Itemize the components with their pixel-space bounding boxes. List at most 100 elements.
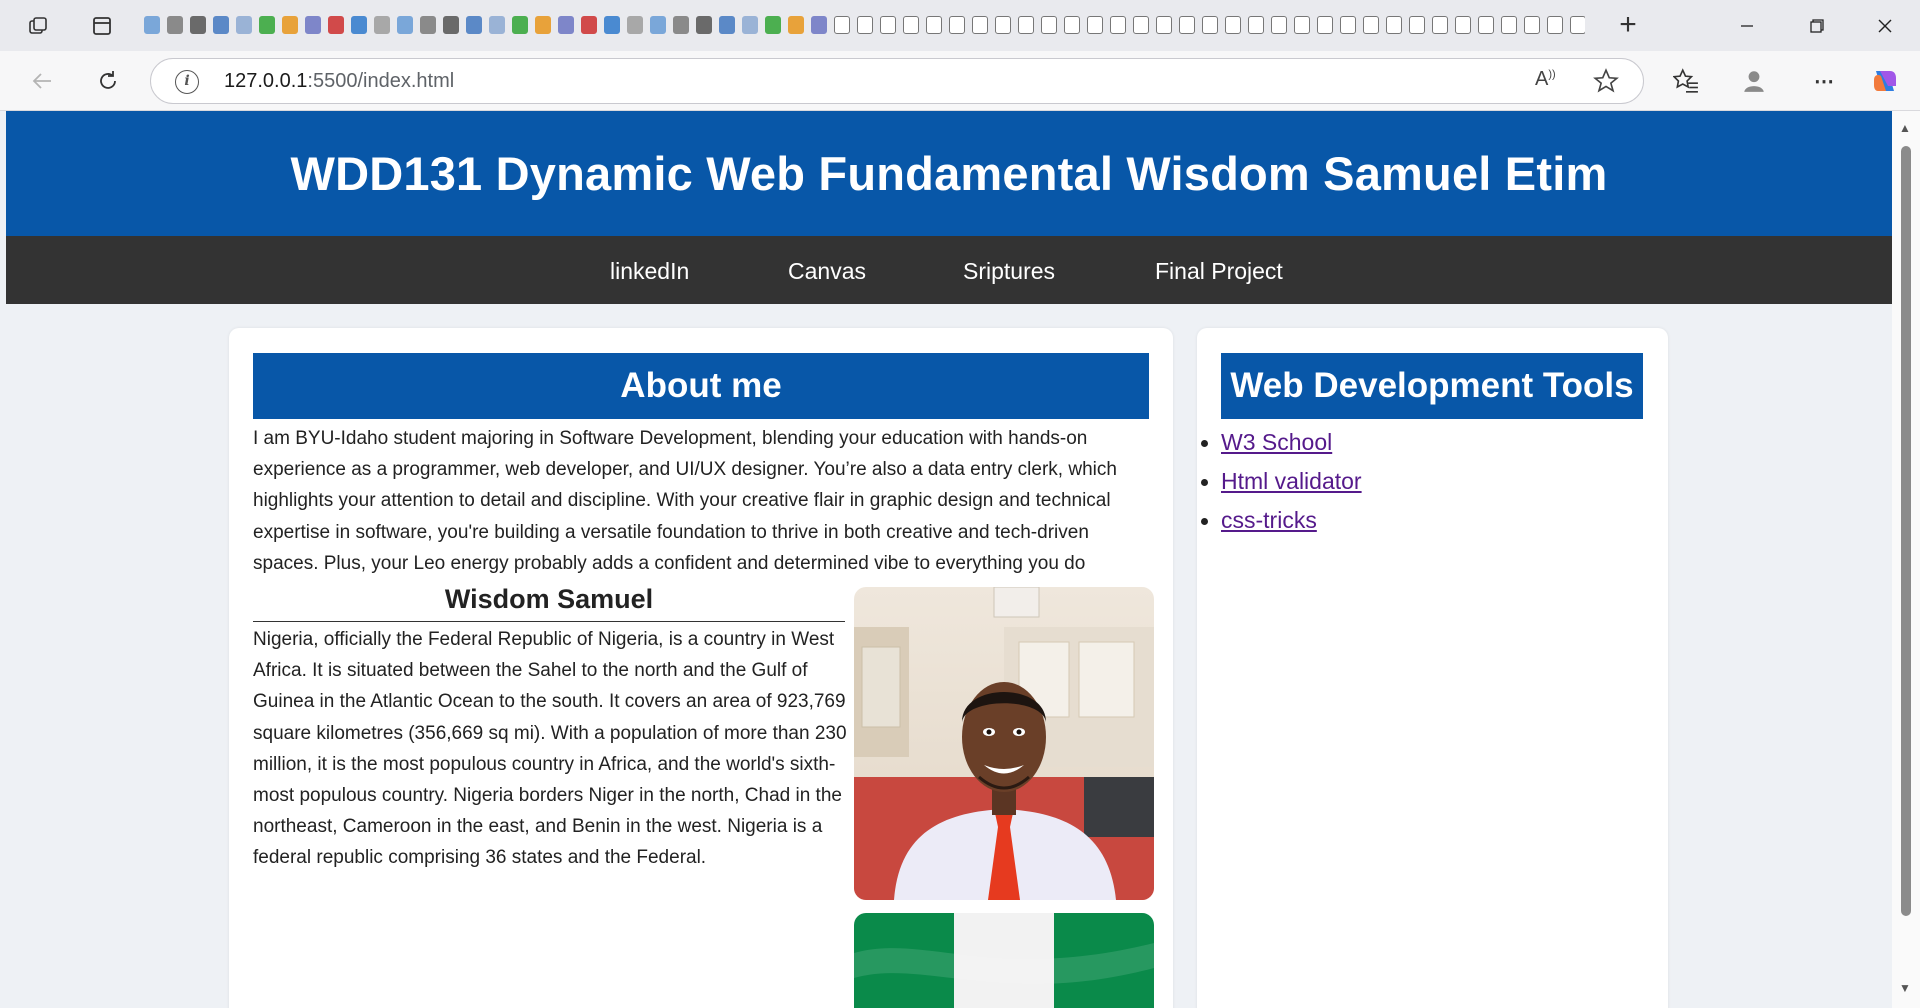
close-window-button[interactable] xyxy=(1855,8,1915,44)
browser-tab[interactable] xyxy=(1130,12,1152,38)
browser-tab[interactable] xyxy=(302,12,324,38)
browser-tab[interactable] xyxy=(187,12,209,38)
browser-tab[interactable] xyxy=(578,12,600,38)
browser-tab[interactable] xyxy=(831,12,853,38)
browser-tab[interactable] xyxy=(1245,12,1267,38)
url-text[interactable]: 127.0.0.1:5500/index.html xyxy=(224,70,454,93)
browser-tab[interactable] xyxy=(417,12,439,38)
back-icon[interactable] xyxy=(24,63,60,99)
browser-tab[interactable] xyxy=(256,12,278,38)
nav-link-canvas[interactable]: Canvas xyxy=(788,258,866,285)
browser-tab[interactable] xyxy=(1268,12,1290,38)
nav-link-final-project[interactable]: Final Project xyxy=(1155,258,1283,285)
browser-tab[interactable] xyxy=(1061,12,1083,38)
browser-tab[interactable] xyxy=(371,12,393,38)
browser-tab[interactable] xyxy=(946,12,968,38)
browser-tab[interactable] xyxy=(1314,12,1336,38)
browser-tab[interactable] xyxy=(1153,12,1175,38)
more-options-icon[interactable]: ⋯ xyxy=(1806,63,1842,99)
browser-tab[interactable] xyxy=(992,12,1014,38)
favorites-icon[interactable] xyxy=(1668,63,1704,99)
refresh-icon[interactable] xyxy=(90,63,126,99)
browser-tab[interactable] xyxy=(1475,12,1497,38)
browser-tab[interactable] xyxy=(877,12,899,38)
browser-tab[interactable] xyxy=(348,12,370,38)
nav-link-scriptures[interactable]: Sriptures xyxy=(963,258,1055,285)
browser-tab[interactable] xyxy=(141,12,163,38)
browser-tab[interactable] xyxy=(1015,12,1037,38)
browser-tab[interactable] xyxy=(785,12,807,38)
browser-tab[interactable] xyxy=(1360,12,1382,38)
browser-tab[interactable] xyxy=(647,12,669,38)
browser-tab[interactable] xyxy=(624,12,646,38)
browser-tab[interactable] xyxy=(210,12,232,38)
browser-tab[interactable] xyxy=(440,12,462,38)
copilot-icon[interactable] xyxy=(1867,63,1903,99)
scroll-up-arrow[interactable]: ▲ xyxy=(1899,121,1911,135)
tab-favicon-icon xyxy=(1363,16,1379,34)
link-html-validator[interactable]: Html validator xyxy=(1221,468,1362,494)
browser-tab[interactable] xyxy=(1176,12,1198,38)
tab-favicon-icon xyxy=(397,16,413,34)
minimize-button[interactable] xyxy=(1717,8,1777,44)
browser-tab[interactable] xyxy=(969,12,991,38)
scroll-down-arrow[interactable]: ▼ xyxy=(1899,981,1911,995)
browser-tab[interactable] xyxy=(739,12,761,38)
browser-tab[interactable] xyxy=(1429,12,1451,38)
browser-tab[interactable] xyxy=(394,12,416,38)
link-css-tricks[interactable]: css-tricks xyxy=(1221,507,1317,533)
browser-tab[interactable] xyxy=(1406,12,1428,38)
browser-tab[interactable] xyxy=(463,12,485,38)
browser-tab[interactable] xyxy=(1038,12,1060,38)
browser-tab[interactable] xyxy=(900,12,922,38)
browser-tab[interactable] xyxy=(808,12,830,38)
browser-tab[interactable] xyxy=(279,12,301,38)
site-info-icon[interactable]: i xyxy=(175,70,199,94)
browser-tab[interactable] xyxy=(601,12,623,38)
browser-tab[interactable] xyxy=(509,12,531,38)
browser-tab[interactable] xyxy=(486,12,508,38)
browser-tab[interactable] xyxy=(1383,12,1405,38)
browser-tab[interactable] xyxy=(1452,12,1474,38)
browser-tab[interactable] xyxy=(233,12,255,38)
browser-tab[interactable] xyxy=(923,12,945,38)
tools-list: W3 School Html validator css-tricks xyxy=(1201,425,1362,542)
browser-tab[interactable] xyxy=(555,12,577,38)
browser-tab[interactable] xyxy=(693,12,715,38)
browser-tab[interactable] xyxy=(1107,12,1129,38)
tab-favicon-icon xyxy=(443,16,459,34)
nav-link-linkedin[interactable]: linkedIn xyxy=(610,258,689,285)
page-scrollbar[interactable]: ▲ ▼ xyxy=(1892,111,1920,1008)
browser-tab[interactable] xyxy=(532,12,554,38)
tab-favicon-icon xyxy=(926,16,942,34)
favorite-star-icon[interactable] xyxy=(1593,68,1619,100)
browser-tab[interactable] xyxy=(1544,12,1566,38)
profile-avatar-icon[interactable] xyxy=(1736,63,1772,99)
browser-tab[interactable] xyxy=(1567,12,1585,38)
browser-tab[interactable] xyxy=(670,12,692,38)
link-w3-school[interactable]: W3 School xyxy=(1221,429,1332,455)
scroll-thumb[interactable] xyxy=(1901,146,1911,916)
workspaces-icon[interactable] xyxy=(19,6,59,46)
tab-favicon-icon xyxy=(903,16,919,34)
browser-tab[interactable] xyxy=(1521,12,1543,38)
tab-favicon-icon xyxy=(1409,16,1425,34)
browser-tab[interactable] xyxy=(325,12,347,38)
restore-button[interactable] xyxy=(1787,8,1847,44)
about-card: About me I am BYU-Idaho student majoring… xyxy=(229,328,1173,1008)
browser-tab[interactable] xyxy=(716,12,738,38)
browser-tab[interactable] xyxy=(762,12,784,38)
browser-tab[interactable] xyxy=(854,12,876,38)
browser-tab[interactable] xyxy=(1222,12,1244,38)
browser-tab[interactable] xyxy=(1199,12,1221,38)
browser-tab[interactable] xyxy=(1084,12,1106,38)
address-bar[interactable]: i 127.0.0.1:5500/index.html A)) xyxy=(150,58,1644,104)
site-title: WDD131 Dynamic Web Fundamental Wisdom Sa… xyxy=(290,147,1608,200)
tab-actions-icon[interactable] xyxy=(82,6,122,46)
read-aloud-icon[interactable]: A)) xyxy=(1535,68,1556,91)
browser-tab[interactable] xyxy=(1337,12,1359,38)
browser-tab[interactable] xyxy=(1498,12,1520,38)
new-tab-button[interactable]: + xyxy=(1610,10,1646,42)
browser-tab[interactable] xyxy=(164,12,186,38)
browser-tab[interactable] xyxy=(1291,12,1313,38)
